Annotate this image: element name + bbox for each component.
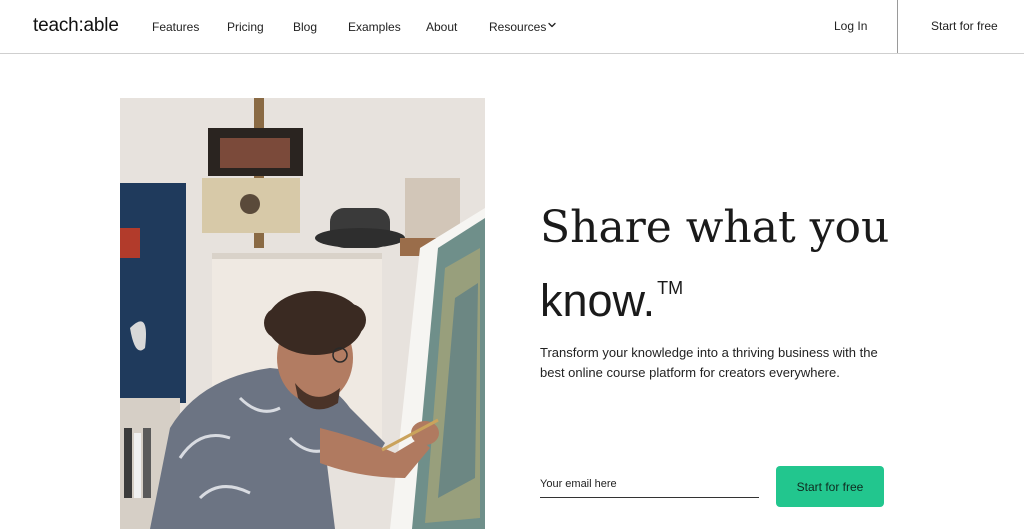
artist-painting-illustration — [120, 98, 485, 529]
nav-link-resources[interactable]: Resources — [489, 20, 546, 34]
login-link[interactable]: Log In — [834, 19, 867, 33]
nav-divider — [897, 0, 898, 53]
start-for-free-button[interactable]: Start for free — [776, 466, 884, 507]
nav-link-pricing[interactable]: Pricing — [227, 20, 264, 34]
teachable-logo[interactable]: teach:able — [33, 15, 119, 37]
top-navigation: teach:able Features Pricing Blog Example… — [0, 0, 1024, 54]
chevron-down-icon[interactable] — [546, 19, 558, 31]
hero-headline: Share what you know. TM — [540, 198, 900, 332]
hero-image-artist-painting — [120, 98, 485, 529]
hero-subtext: Transform your knowledge into a thriving… — [540, 345, 878, 380]
nav-start-for-free-link[interactable]: Start for free — [931, 19, 998, 33]
nav-link-blog[interactable]: Blog — [293, 20, 317, 34]
hero-headline-line2: know. — [540, 275, 656, 326]
trademark-symbol: TM — [657, 278, 684, 298]
nav-link-about[interactable]: About — [426, 20, 457, 34]
nav-link-features[interactable]: Features — [152, 20, 199, 34]
hero-headline-line1: Share what you — [540, 202, 890, 253]
email-input[interactable] — [540, 470, 759, 498]
nav-link-examples[interactable]: Examples — [348, 20, 401, 34]
